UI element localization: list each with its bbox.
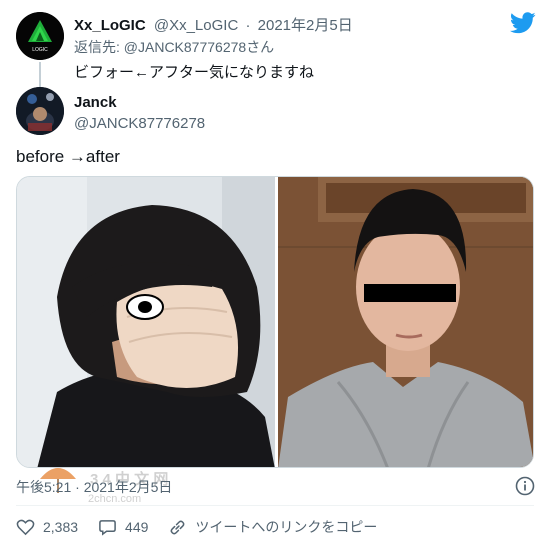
main-tweet-text: before →after: [16, 147, 120, 166]
reply-author-name[interactable]: Xx_LoGIC: [74, 17, 146, 34]
action-bar: 2,383 449 ツイートへのリンクをコピー: [16, 516, 397, 538]
after-photo[interactable]: [278, 177, 533, 467]
reply-author-handle[interactable]: @Xx_LoGIC: [154, 17, 238, 34]
like-count: 2,383: [43, 519, 79, 535]
reply-button[interactable]: 449: [98, 518, 148, 537]
reply-tweet-header: Xx_LoGIC @Xx_LoGIC · 2021年2月5日: [74, 14, 353, 35]
janck-avatar-image: [16, 87, 64, 135]
reply-count: 449: [125, 519, 149, 535]
link-icon: [170, 520, 185, 534]
janck-avatar[interactable]: [16, 87, 64, 135]
logic-avatar-label: LOGIC: [32, 47, 48, 53]
replying-prefix: 返信先:: [74, 39, 124, 55]
like-button[interactable]: 2,383: [16, 518, 78, 537]
reply-bubble-icon: [99, 519, 116, 536]
reply-date[interactable]: 2021年2月5日: [258, 17, 353, 34]
logic-avatar[interactable]: LOGIC: [16, 12, 64, 60]
reply-tweet-text: ビフォー←アフター気になりますね: [74, 64, 315, 81]
heart-icon: [16, 519, 35, 535]
thread-connector: [39, 62, 41, 88]
copy-link-button[interactable]: ツイートへのリンクをコピー: [168, 517, 377, 537]
main-tweet-header: Janck @JANCK87776278: [74, 94, 205, 132]
before-photo[interactable]: [17, 177, 275, 467]
after-photo-image: [278, 177, 533, 467]
main-author-handle[interactable]: @JANCK87776278: [74, 115, 205, 132]
before-photo-image: [17, 177, 275, 467]
tweet-media[interactable]: [16, 176, 534, 468]
reply-separator: ·: [245, 17, 251, 34]
logic-logo-icon: LOGIC: [16, 12, 64, 60]
replying-suffix: さん: [246, 39, 275, 55]
main-author-name[interactable]: Janck: [74, 94, 205, 111]
copy-link-label: ツイートへのリンクをコピー: [195, 519, 378, 535]
replying-to: 返信先: @JANCK87776278さん: [74, 37, 274, 57]
info-icon[interactable]: [515, 476, 535, 496]
action-divider: [16, 505, 534, 506]
replying-target[interactable]: @JANCK87776278: [124, 39, 246, 55]
twitter-bird-icon[interactable]: [510, 12, 536, 34]
tweet-timestamp[interactable]: 午後5:21 · 2021年2月5日: [16, 477, 172, 497]
